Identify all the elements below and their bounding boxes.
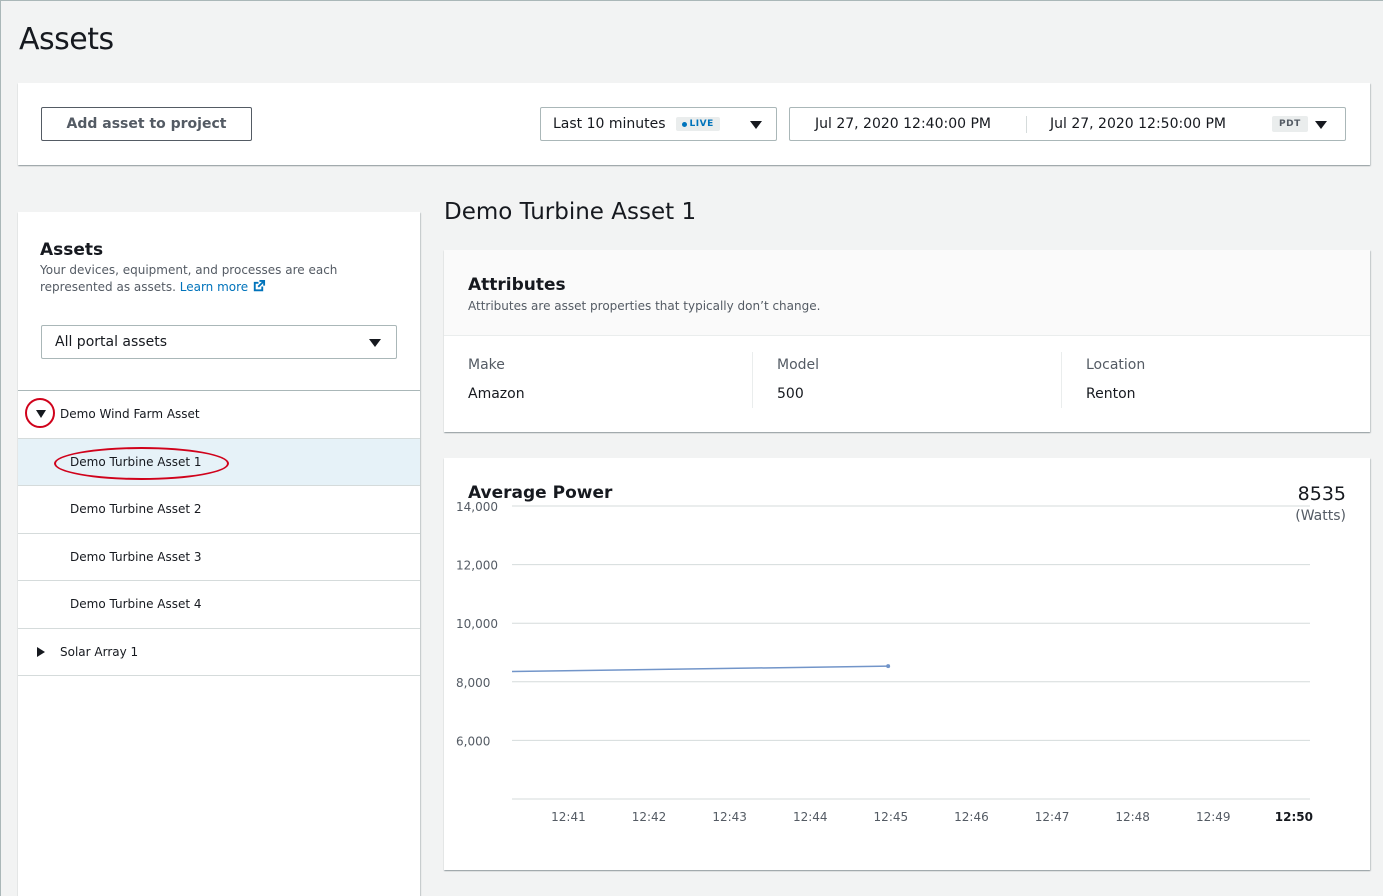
y-tick-label: 8,000 (456, 676, 490, 690)
x-tick-label: 12:50 (1275, 810, 1313, 824)
live-badge: LIVE (675, 117, 720, 131)
attribute-value: 500 (777, 386, 804, 402)
y-tick-label: 6,000 (456, 734, 490, 748)
tree-item-label: Demo Wind Farm Asset (60, 407, 200, 422)
average-power-line-chart[interactable]: 14,000 12,000 10,000 8,000 6,000 12:41 12:42 12… (444, 458, 1370, 870)
timezone-badge: PDT (1272, 116, 1308, 132)
asset-filter-select[interactable]: All portal assets (41, 325, 397, 359)
attributes-description: Attributes are asset properties that typ… (468, 299, 821, 313)
attribute-key: Make (468, 357, 505, 373)
annotation-circle (25, 398, 55, 428)
time-range-label: Last 10 minutes (553, 116, 666, 132)
assets-sidebar: Assets Your devices, equipment, and proc… (18, 212, 420, 896)
date-end: Jul 27, 2020 12:50:00 PM (1050, 116, 1226, 132)
learn-more-link[interactable]: Learn more (180, 280, 248, 294)
x-tick-label: 12:47 (1035, 810, 1070, 824)
asset-tree: Demo Wind Farm Asset Demo Turbine Asset … (18, 390, 420, 676)
x-tick-label: 12:49 (1196, 810, 1231, 824)
attribute-key: Location (1086, 357, 1146, 373)
live-badge-label: LIVE (689, 119, 714, 129)
tree-item-demo-turbine-asset-3[interactable]: Demo Turbine Asset 3 (18, 534, 420, 581)
attributes-header: Attributes Attributes are asset properti… (444, 250, 1370, 336)
add-asset-button[interactable]: Add asset to project (41, 107, 252, 141)
asset-title: Demo Turbine Asset 1 (444, 199, 697, 225)
attribute-value: Renton (1086, 386, 1136, 402)
tree-item-demo-turbine-asset-1[interactable]: Demo Turbine Asset 1 (18, 438, 420, 486)
date-range-picker[interactable]: Jul 27, 2020 12:40:00 PM Jul 27, 2020 12… (789, 107, 1346, 141)
tree-item-label: Demo Turbine Asset 4 (70, 597, 202, 612)
tree-item-demo-wind-farm-asset[interactable]: Demo Wind Farm Asset (18, 391, 420, 439)
average-power-chart-card: Average Power 8535 (Watts) 14,000 12,000 1… (444, 458, 1370, 870)
expand-toggle-icon[interactable] (37, 646, 45, 657)
date-start: Jul 27, 2020 12:40:00 PM (815, 116, 991, 132)
toolbar: Add asset to project Last 10 minutes LIV… (18, 83, 1370, 165)
series-line (511, 665, 889, 673)
attribute-key: Model (777, 357, 820, 373)
caret-down-icon (750, 121, 762, 129)
x-tick-label: 12:42 (632, 810, 667, 824)
sidebar-description: Your devices, equipment, and processes a… (40, 262, 380, 296)
y-tick-label: 10,000 (456, 617, 498, 631)
y-tick-label: 14,000 (456, 500, 498, 514)
y-tick-label: 12,000 (456, 559, 498, 573)
caret-down-icon (369, 339, 381, 347)
caret-down-icon (1315, 121, 1327, 129)
asset-filter-value: All portal assets (55, 334, 167, 350)
external-link-icon[interactable] (251, 279, 266, 294)
tree-item-demo-turbine-asset-4[interactable]: Demo Turbine Asset 4 (18, 581, 420, 629)
tree-item-label: Demo Turbine Asset 2 (70, 502, 202, 517)
x-tick-label: 12:41 (551, 810, 586, 824)
attribute-divider (1061, 352, 1062, 408)
x-tick-label: 12:48 (1115, 810, 1150, 824)
tree-item-label: Solar Array 1 (60, 644, 139, 659)
tree-item-demo-turbine-asset-2[interactable]: Demo Turbine Asset 2 (18, 486, 420, 534)
tree-item-solar-array-1[interactable]: Solar Array 1 (18, 629, 420, 676)
x-tick-label: 12:46 (954, 810, 989, 824)
attribute-divider (752, 352, 753, 408)
page-title: Assets (19, 22, 114, 57)
series-point (886, 664, 891, 669)
live-dot-icon (681, 121, 687, 127)
x-tick-label: 12:45 (874, 810, 909, 824)
attributes-title: Attributes (468, 275, 566, 295)
tree-item-label: Demo Turbine Asset 1 (70, 454, 202, 469)
time-range-select[interactable]: Last 10 minutes LIVE (540, 107, 777, 141)
attributes-card: Attributes Attributes are asset properti… (444, 250, 1370, 432)
sidebar-title: Assets (40, 240, 104, 260)
x-tick-label: 12:44 (793, 810, 828, 824)
tree-item-label: Demo Turbine Asset 3 (70, 549, 202, 564)
date-separator (1026, 116, 1027, 133)
x-tick-label: 12:43 (712, 810, 747, 824)
attribute-value: Amazon (468, 386, 525, 402)
